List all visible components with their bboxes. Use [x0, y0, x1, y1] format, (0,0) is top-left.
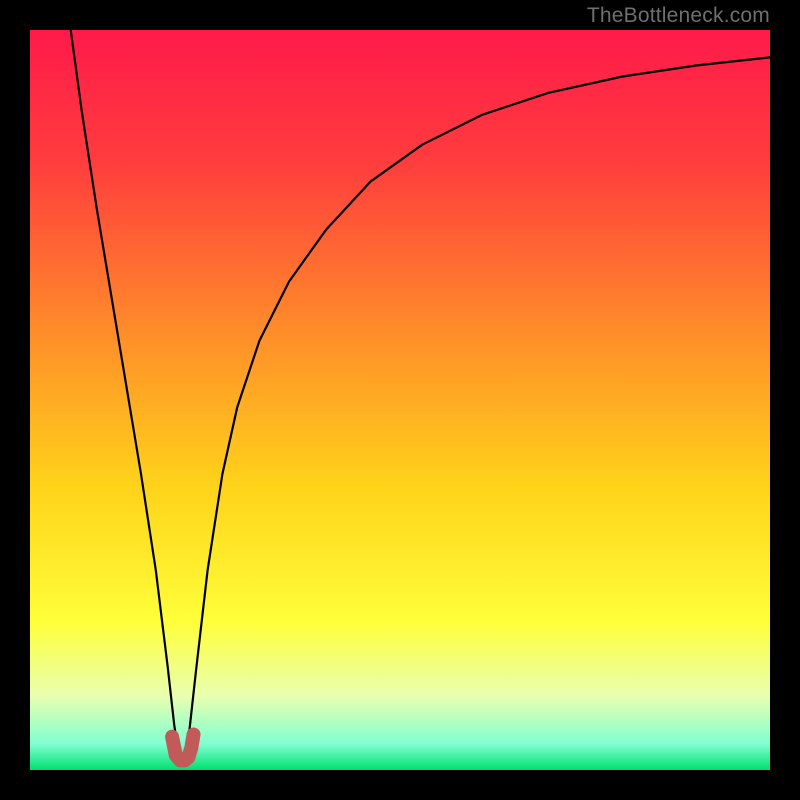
- plot-lines: [30, 30, 770, 770]
- plot-area: [30, 30, 770, 770]
- chart-frame: TheBottleneck.com: [0, 0, 800, 800]
- bottleneck-curve: [71, 30, 770, 759]
- watermark-text: TheBottleneck.com: [587, 4, 770, 28]
- pink-knot: [172, 734, 193, 760]
